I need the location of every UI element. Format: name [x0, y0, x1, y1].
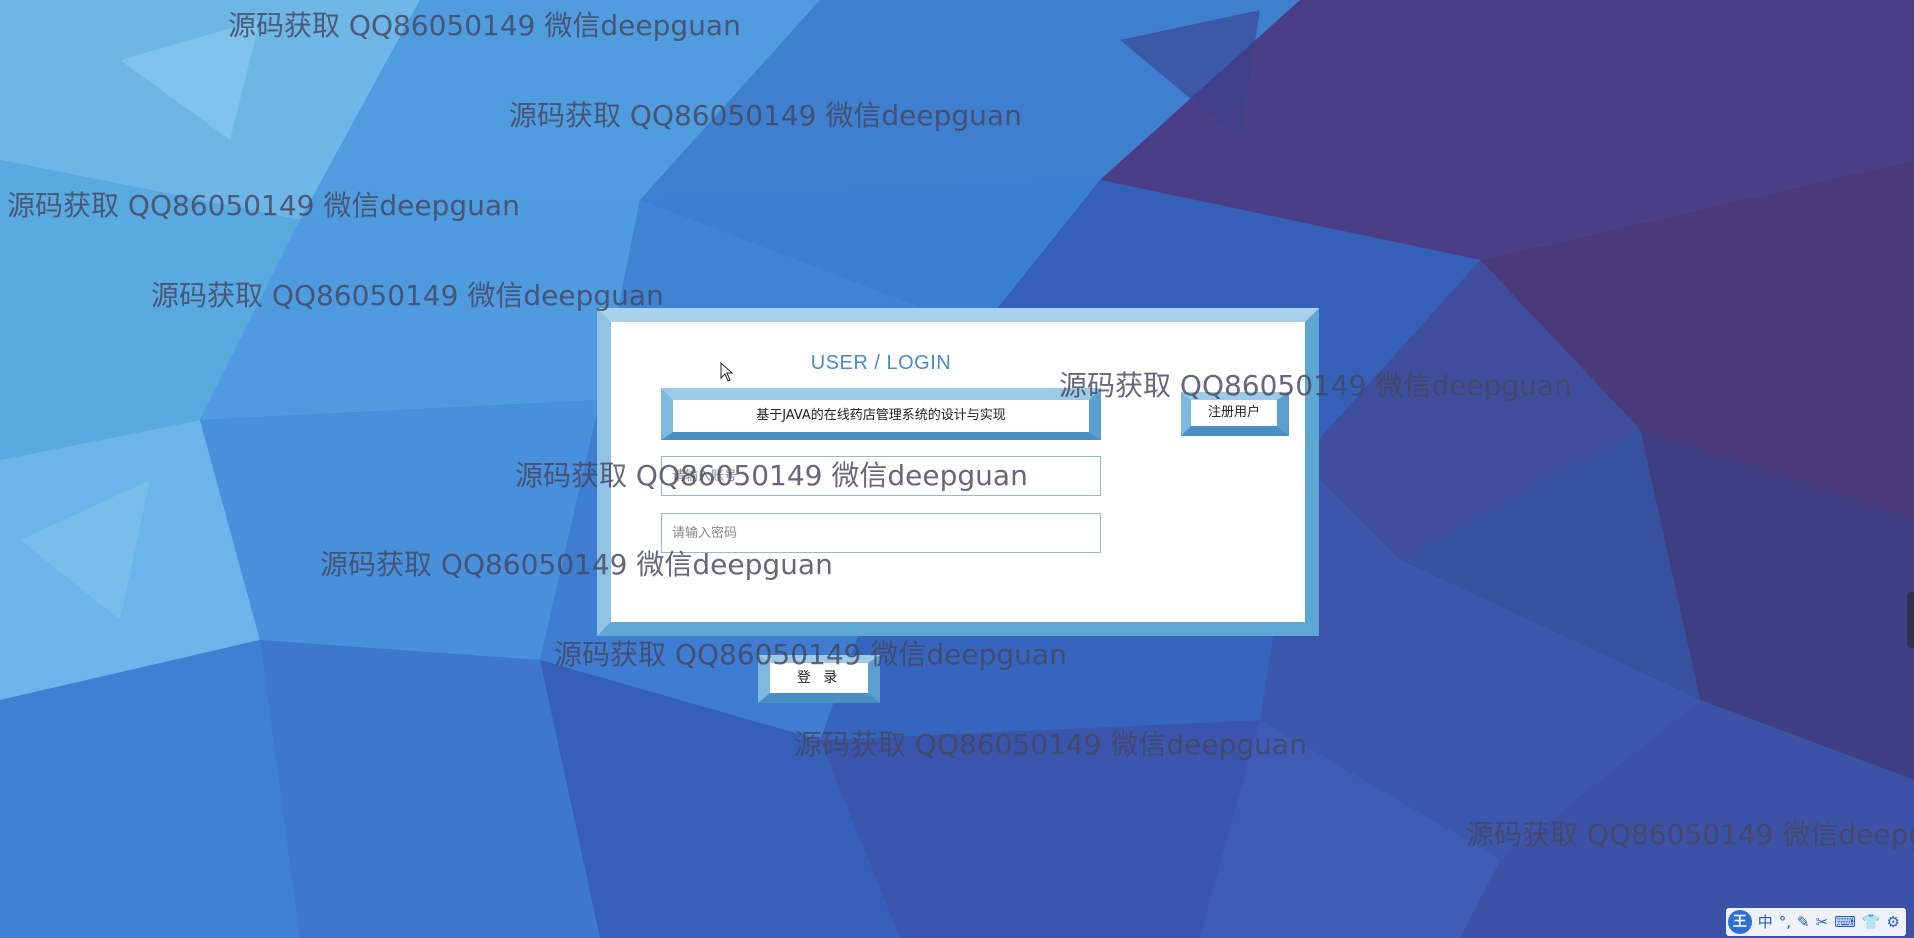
system-name-banner: 基于JAVA的在线药店管理系统的设计与实现: [661, 388, 1101, 440]
scissors-icon[interactable]: ✂: [1816, 910, 1829, 934]
keyboard-icon[interactable]: ⌨: [1834, 910, 1856, 934]
punctuation-icon[interactable]: °,: [1779, 910, 1791, 934]
register-button[interactable]: 注册用户: [1181, 392, 1289, 436]
ime-mode-toggle[interactable]: 中: [1758, 910, 1773, 934]
ime-logo-icon[interactable]: 王: [1727, 910, 1752, 934]
login-panel: USER / LOGIN 基于JAVA的在线药店管理系统的设计与实现 注册用户: [597, 308, 1319, 636]
password-input[interactable]: [661, 513, 1101, 553]
login-button[interactable]: 登 录: [758, 655, 880, 703]
pen-icon[interactable]: ✎: [1797, 910, 1810, 934]
settings-gear-icon[interactable]: ⚙: [1887, 910, 1900, 934]
side-scroll-tab[interactable]: [1907, 592, 1914, 648]
ime-toolbar[interactable]: 王 中 °, ✎ ✂ ⌨ 👕 ⚙: [1725, 908, 1906, 936]
mouse-cursor-icon: [720, 361, 734, 387]
login-title: USER / LOGIN: [810, 352, 952, 374]
skin-icon[interactable]: 👕: [1862, 910, 1881, 934]
username-input[interactable]: [661, 456, 1101, 496]
